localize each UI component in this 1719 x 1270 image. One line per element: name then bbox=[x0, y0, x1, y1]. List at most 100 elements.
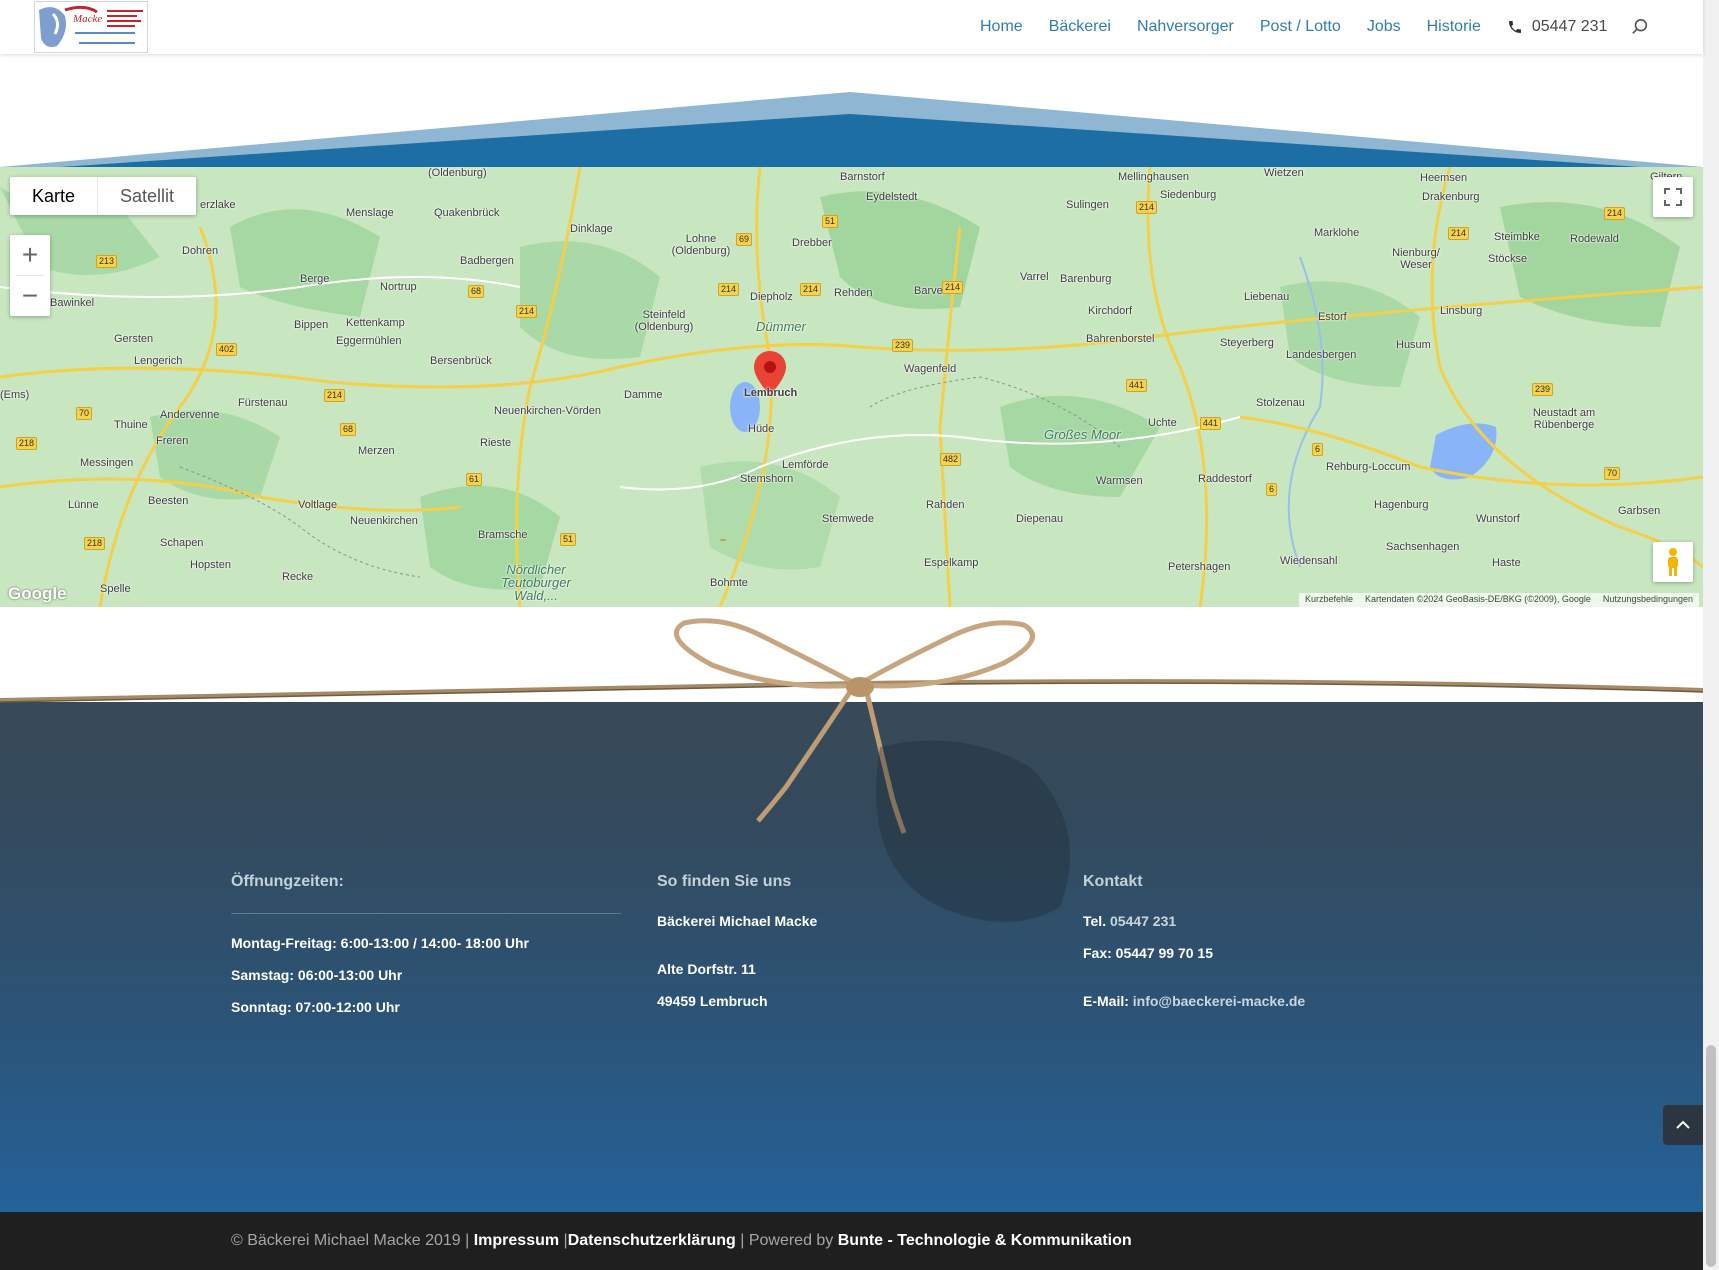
hours-saturday: Samstag: 06:00-13:00 Uhr bbox=[231, 967, 403, 983]
road-shield: 51 bbox=[560, 533, 577, 546]
map-place: Bahrenborstel bbox=[1086, 333, 1155, 345]
main-nav: Home Bäckerei Nahversorger Post / Lotto … bbox=[980, 0, 1649, 54]
road-shield: 214 bbox=[516, 305, 538, 318]
road-shield: 6 bbox=[1266, 483, 1278, 496]
google-logo: Google bbox=[8, 584, 67, 603]
google-map[interactable]: (Oldenburg) Barnstorf Eydelstedt Melling… bbox=[0, 167, 1703, 607]
map-place: Großes Moor bbox=[1044, 427, 1121, 442]
map-place: Rieste bbox=[480, 437, 512, 449]
map-place: Uchte bbox=[1148, 417, 1177, 429]
tel-link[interactable]: 05447 231 bbox=[1110, 913, 1176, 929]
terms-link[interactable]: Nutzungsbedingungen bbox=[1597, 593, 1699, 607]
map-data-text: Kartendaten ©2024 GeoBasis-DE/BKG (©2009… bbox=[1365, 594, 1591, 604]
email-link[interactable]: info@baeckerei-macke.de bbox=[1133, 993, 1305, 1009]
contact-fax: Fax: 05447 99 70 15 bbox=[1083, 945, 1213, 961]
map-place: Diepenau bbox=[1016, 513, 1064, 525]
road-shield: 214 bbox=[942, 281, 964, 294]
map-place: Stemwede bbox=[822, 513, 874, 525]
header-phone[interactable]: 05447 231 bbox=[1507, 18, 1607, 36]
road-shield: 213 bbox=[96, 255, 118, 268]
map-place: Liebenau bbox=[1244, 291, 1290, 303]
hours-divider bbox=[231, 913, 621, 914]
road-shield: 441 bbox=[1200, 417, 1222, 430]
map-place: Wiedensahl bbox=[1280, 555, 1338, 567]
map-place: Merzen bbox=[358, 445, 395, 457]
hours-title: Öffnungzeiten: bbox=[231, 873, 344, 890]
map-place: Rehden bbox=[834, 287, 873, 299]
map-place: Nortrup bbox=[380, 281, 417, 293]
map-place: Sachsenhagen bbox=[1386, 541, 1460, 553]
nav-post-lotto[interactable]: Post / Lotto bbox=[1260, 18, 1341, 36]
scrollbar-thumb[interactable] bbox=[1706, 1045, 1716, 1267]
nav-nahversorger[interactable]: Nahversorger bbox=[1137, 18, 1234, 36]
map-type-control: Karte Satellit bbox=[10, 177, 197, 215]
zoom-out-button[interactable]: − bbox=[10, 276, 50, 316]
map-place: Husum bbox=[1396, 339, 1431, 351]
road-shield: 214 bbox=[1448, 227, 1470, 240]
road-shield: 214 bbox=[324, 389, 346, 402]
datenschutz-link[interactable]: Datenschutzerklärung bbox=[568, 1232, 736, 1249]
map-place: Stolzenau bbox=[1256, 397, 1305, 409]
nav-home[interactable]: Home bbox=[980, 18, 1023, 36]
road-shield: 68 bbox=[340, 423, 357, 436]
map-place: Espelkamp bbox=[924, 557, 979, 569]
fullscreen-button[interactable] bbox=[1653, 177, 1693, 217]
map-place: erzlake bbox=[200, 199, 236, 211]
road-shield: 239 bbox=[892, 339, 914, 352]
map-place: Lemförde bbox=[782, 459, 829, 471]
separator: | bbox=[559, 1232, 568, 1249]
copyright-text: © Bäckerei Michael Macke 2019 | bbox=[231, 1232, 470, 1249]
map-place: Heemsen bbox=[1420, 172, 1468, 184]
map-place: Rehburg-Loccum bbox=[1326, 461, 1411, 473]
map-place: Steinfeld (Oldenburg) bbox=[634, 309, 694, 333]
section-divider bbox=[0, 92, 1703, 170]
zoom-in-button[interactable]: + bbox=[10, 235, 50, 275]
map-place: Steimbke bbox=[1494, 231, 1540, 243]
map-place: Damme bbox=[624, 389, 663, 401]
map-place: Wagenfeld bbox=[904, 363, 957, 375]
road-shield: 214 bbox=[718, 283, 740, 296]
bakery-logo[interactable]: Macke bbox=[34, 1, 148, 53]
impressum-link[interactable]: Impressum bbox=[474, 1232, 559, 1249]
road-shield: 239 bbox=[1532, 383, 1554, 396]
nav-jobs[interactable]: Jobs bbox=[1367, 18, 1401, 36]
map-place: Andervenne bbox=[160, 409, 220, 421]
map-place: Bohmte bbox=[710, 577, 748, 589]
map-place: Rodewald bbox=[1570, 233, 1619, 245]
map-place: Fürstenau bbox=[238, 397, 288, 409]
map-place: (Ems) bbox=[0, 389, 30, 401]
map-place: Diepholz bbox=[750, 291, 793, 303]
map-place: Kirchdorf bbox=[1088, 305, 1133, 317]
map-place: Recke bbox=[282, 571, 314, 583]
nav-baeckerei[interactable]: Bäckerei bbox=[1049, 18, 1111, 36]
back-to-top-button[interactable] bbox=[1663, 1105, 1703, 1145]
street-view-button[interactable] bbox=[1653, 542, 1693, 582]
map-place: Garbsen bbox=[1618, 505, 1661, 517]
map-type-satellit-button[interactable]: Satellit bbox=[97, 177, 196, 215]
page-scrollbar[interactable] bbox=[1703, 0, 1719, 1270]
map-place: Wunstorf bbox=[1476, 513, 1520, 525]
map-place: Linsburg bbox=[1440, 305, 1483, 317]
map-type-karte-button[interactable]: Karte bbox=[10, 177, 97, 215]
nav-historie[interactable]: Historie bbox=[1427, 18, 1481, 36]
zoom-control: + − bbox=[10, 235, 50, 316]
map-place: Stöckse bbox=[1488, 253, 1528, 265]
map-place: Kettenkamp bbox=[346, 317, 405, 329]
road-shield: 69 bbox=[736, 233, 753, 246]
map-place: Raddestorf bbox=[1198, 473, 1252, 485]
road-shield bbox=[720, 539, 726, 541]
map-place: Lengerich bbox=[134, 355, 183, 367]
map-place: Varrel bbox=[1020, 271, 1049, 283]
map-place: Nienburg/ Weser bbox=[1392, 247, 1440, 271]
map-place: Lünne bbox=[68, 499, 99, 511]
map-place: Stemshorn bbox=[740, 473, 794, 485]
search-icon[interactable] bbox=[1631, 18, 1649, 36]
agency-link[interactable]: Bunte - Technologie & Kommunikation bbox=[838, 1232, 1132, 1249]
road-shield: 6 bbox=[1312, 443, 1324, 456]
keyboard-shortcuts-link[interactable]: Kurzbefehle bbox=[1299, 593, 1359, 607]
map-place: Voltlage bbox=[298, 499, 338, 511]
map-place: Neuenkirchen bbox=[350, 515, 418, 527]
map-place: Beesten bbox=[148, 495, 189, 507]
map-place: Bawinkel bbox=[50, 297, 95, 309]
map-place: Badbergen bbox=[460, 255, 514, 267]
